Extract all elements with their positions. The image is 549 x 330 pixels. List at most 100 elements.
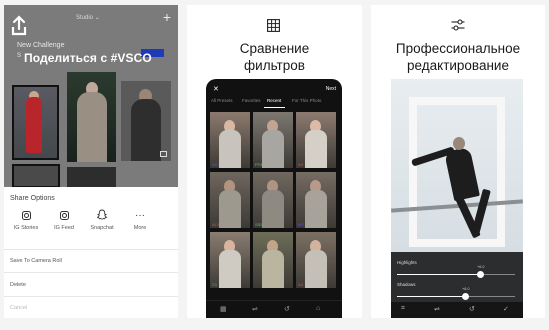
photo-subject [219,190,241,228]
share-snapchat-button[interactable]: Snapchat [84,209,120,231]
filter-preview[interactable]: AK1 [210,112,250,168]
snapchat-icon [96,209,108,220]
filter-preview[interactable]: SS3 [253,172,293,228]
editor-phone-screen: Highlights +6.0 Shadows +6.0 ⌗ ⇌ ↺ ✓ [391,79,523,318]
photo-thumbnail[interactable] [121,81,171,161]
tab-favorites[interactable]: Favorites [242,98,261,103]
sliders-icon[interactable]: ⇌ [252,305,258,313]
promo-caption: Поделиться с #VSCO [24,51,152,65]
photo-subject [262,130,284,168]
photo-subject [219,130,241,168]
photo-subject [262,190,284,228]
studio-view: Studio ⌄ + New Challenge S Поделиться с … [4,5,178,188]
editor-toolbar: ⌗ ⇌ ↺ ✓ [391,302,523,318]
panel-title-line: Сравнение [239,41,310,56]
app-store-screenshots: Studio ⌄ + New Challenge S Поделиться с … [0,0,549,330]
shadows-slider[interactable]: +6.0 [397,287,515,300]
grid-icon [267,19,280,32]
filter-preview[interactable]: A4 [296,232,336,288]
next-button[interactable]: Next [326,86,336,92]
photo-thumbnail[interactable] [67,72,116,162]
panel-title-line: Профессиональное [395,41,521,56]
history-icon[interactable]: ↺ [469,305,475,313]
photo-subject [305,250,327,288]
panel-title-line: фильтров [244,58,305,73]
share-sheet-title: Share Options [10,195,55,202]
share-option-label: IG Feed [54,225,74,231]
filter-preview[interactable]: AL3 [210,172,250,228]
challenge-subtitle: S [17,53,22,59]
filter-label: C1 [212,282,218,287]
filter-label: A9 [298,162,303,167]
filter-preview[interactable]: C1 [210,232,250,288]
photo-subject [219,250,241,288]
slider-label: Highlights [397,260,417,265]
share-sheet: Share Options IG Stories IG Feed Snapcha… [4,187,178,318]
multi-photo-icon [160,151,167,157]
studio-dropdown[interactable]: Studio ⌄ [76,14,100,21]
challenge-title: New Challenge [17,42,65,49]
active-tab-indicator [264,107,285,108]
share-option-label: More [133,225,147,231]
check-icon[interactable]: ✓ [503,305,509,313]
share-ig-feed-button[interactable]: IG Feed [46,209,82,231]
upload-icon[interactable] [11,15,27,37]
history-icon[interactable]: ↺ [284,305,290,313]
slider-knob[interactable] [462,293,469,300]
filter-label: A4 [298,282,303,287]
sliders-icon[interactable]: ⇌ [434,305,440,313]
tab-for-this-photo[interactable]: For This Photo [292,98,321,103]
slider-label: Shadows [397,282,416,287]
photo-subject [453,137,465,150]
bookmark-icon[interactable]: ⌂ [316,305,320,312]
instagram-icon [59,210,69,220]
photo-subject [262,250,284,288]
slider-fill [397,274,480,275]
photo-subject [305,190,327,228]
filter-preview[interactable]: M3 [296,172,336,228]
cancel-button[interactable]: Cancel [10,305,27,311]
share-option-label: IG Stories [13,225,39,231]
studio-topbar: Studio ⌄ + [4,5,178,36]
instagram-icon [21,210,31,220]
share-option-label: Snapchat [90,225,114,231]
photo-thumbnail[interactable] [67,167,116,188]
filter-phone-screen: ✕ Next All Presets Favorites Recent For … [206,79,342,318]
sliders-icon [451,19,465,31]
filter-preview[interactable]: A9 [296,112,336,168]
chevron-down-icon: ⌄ [94,15,100,21]
panel-title: Сравнение фильтров [187,40,362,74]
photo-thumbnail[interactable] [12,164,60,188]
filter-label: M3 [298,222,304,227]
divider [4,296,178,297]
filter-compare-panel: Сравнение фильтров ✕ Next All Presets Fa… [187,5,362,318]
filter-preview[interactable]: FP4 [253,112,293,168]
delete-button[interactable]: Delete [10,282,26,288]
filter-label: AK1 [212,162,220,167]
filter-label: SS3 [255,222,263,227]
tab-all-presets[interactable]: All Presets [211,98,233,103]
more-icon: ··· [135,210,145,221]
filter-preview[interactable] [253,232,293,288]
slider-value: +6.0 [477,265,485,269]
save-to-camera-roll-button[interactable]: Save To Camera Roll [10,258,62,264]
grid-icon[interactable]: ▦ [220,305,227,313]
editor-toolbar: ▦ ⇌ ↺ ⌂ [206,300,342,318]
panel-title: Профессиональное редактирование [371,40,545,74]
slider-fill [397,296,465,297]
pro-editing-panel: Профессиональное редактирование Highligh… [371,5,545,318]
add-button[interactable]: + [163,10,171,24]
tab-recent[interactable]: Recent [267,98,281,103]
share-more-button[interactable]: ··· More [122,209,158,231]
filter-label: FP4 [255,162,263,167]
divider [4,272,178,273]
panel-title-line: редактирование [407,58,509,73]
slider-knob[interactable] [477,271,484,278]
filter-label: AL3 [212,222,220,227]
crop-icon[interactable]: ⌗ [401,305,405,313]
close-icon[interactable]: ✕ [213,85,219,93]
highlights-slider[interactable]: +6.0 [397,265,515,278]
photo-subject [305,130,327,168]
photo-thumbnail[interactable] [12,85,59,160]
share-ig-stories-button[interactable]: IG Stories [8,209,44,231]
